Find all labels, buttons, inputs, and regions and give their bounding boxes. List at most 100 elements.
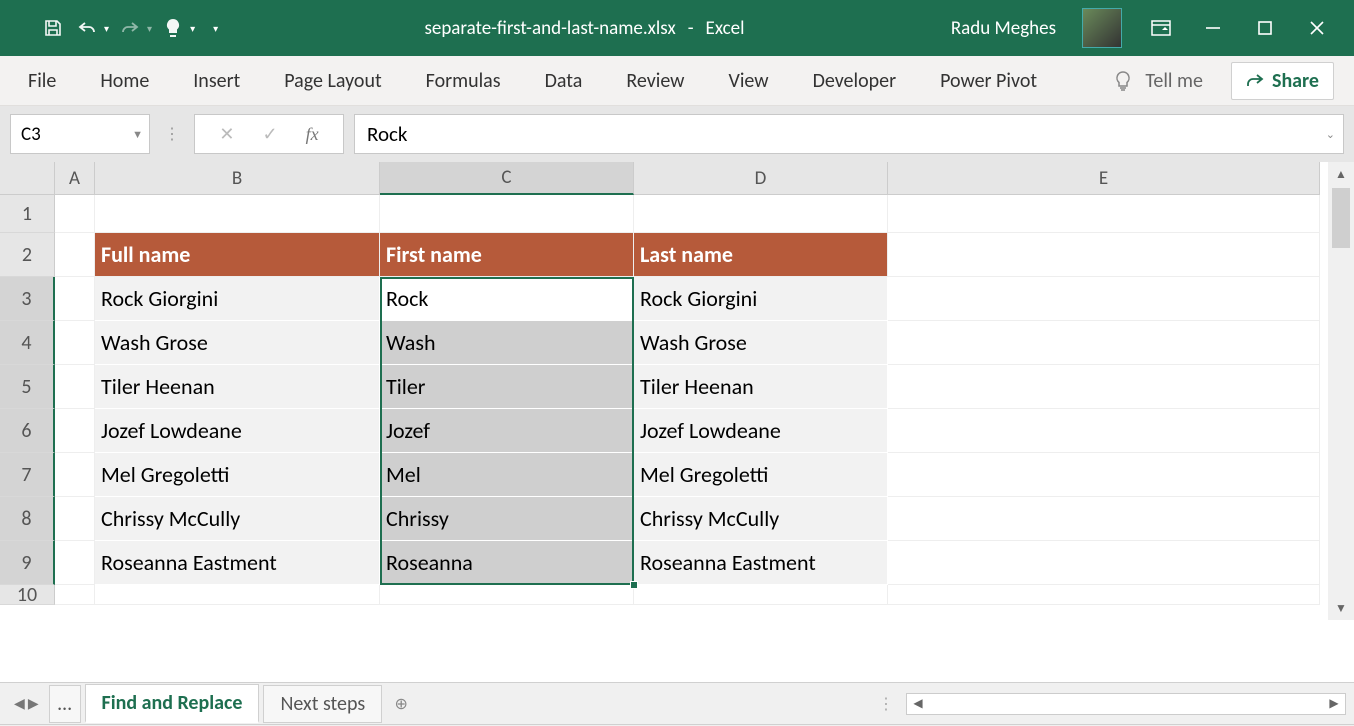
sheet-tab-next-steps[interactable]: Next steps: [263, 685, 382, 723]
col-header-C[interactable]: C: [380, 162, 634, 195]
cell-C6[interactable]: Jozef: [380, 409, 634, 453]
tab-review[interactable]: Review: [618, 63, 692, 99]
cell-D7[interactable]: Mel Gregoletti: [634, 453, 888, 497]
fill-handle[interactable]: [630, 581, 638, 589]
cell-C10[interactable]: [380, 585, 634, 605]
cell-C3[interactable]: Rock: [380, 277, 634, 321]
new-sheet-button[interactable]: ⊕: [386, 689, 416, 719]
sheet-nav[interactable]: ◀ ▶: [8, 695, 45, 712]
cell-B1[interactable]: [95, 195, 380, 233]
cell-B7[interactable]: Mel Gregoletti: [95, 453, 380, 497]
tab-view[interactable]: View: [720, 63, 776, 99]
scroll-right-icon[interactable]: ▶: [1323, 696, 1345, 711]
tell-me[interactable]: Tell me: [1113, 69, 1203, 93]
col-header-E[interactable]: E: [888, 162, 1320, 195]
col-header-D[interactable]: D: [634, 162, 888, 195]
cell-B5[interactable]: Tiler Heenan: [95, 365, 380, 409]
tab-file[interactable]: File: [20, 63, 64, 99]
name-box[interactable]: C3 ▼: [10, 114, 150, 154]
cell-B8[interactable]: Chrissy McCully: [95, 497, 380, 541]
scroll-up-icon[interactable]: ▲: [1328, 162, 1354, 186]
col-header-B[interactable]: B: [95, 162, 380, 195]
tab-power-pivot[interactable]: Power Pivot: [932, 63, 1045, 99]
cell-D6[interactable]: Jozef Lowdeane: [634, 409, 888, 453]
close-icon[interactable]: [1304, 15, 1330, 41]
cell-E5[interactable]: [888, 365, 1320, 409]
cell-A6[interactable]: [55, 409, 95, 453]
cell-C7[interactable]: Mel: [380, 453, 634, 497]
sheet-tabs-grip-icon[interactable]: ⋮: [870, 694, 902, 714]
cell-D3[interactable]: Rock Giorgini: [634, 277, 888, 321]
cell-A3[interactable]: [55, 277, 95, 321]
tab-developer[interactable]: Developer: [805, 63, 905, 99]
ideas-icon[interactable]: [160, 15, 186, 41]
cell-D9[interactable]: Roseanna Eastment: [634, 541, 888, 585]
cell-E3[interactable]: [888, 277, 1320, 321]
ideas-dropdown-icon[interactable]: ▾: [190, 22, 195, 35]
undo-dropdown-icon[interactable]: ▾: [104, 22, 109, 35]
save-icon[interactable]: [40, 15, 66, 41]
cell-E10[interactable]: [888, 585, 1320, 605]
share-button[interactable]: Share: [1231, 62, 1334, 100]
scroll-left-icon[interactable]: ◀: [907, 696, 929, 711]
row-header-7[interactable]: 7: [0, 453, 55, 497]
cell-A10[interactable]: [55, 585, 95, 605]
cell-B2[interactable]: Full name: [95, 233, 380, 277]
row-header-6[interactable]: 6: [0, 409, 55, 453]
cell-E2[interactable]: [888, 233, 1320, 277]
cell-A9[interactable]: [55, 541, 95, 585]
tab-insert[interactable]: Insert: [185, 63, 248, 99]
scroll-down-icon[interactable]: ▼: [1328, 596, 1354, 620]
cell-C4[interactable]: Wash: [380, 321, 634, 365]
cell-D5[interactable]: Tiler Heenan: [634, 365, 888, 409]
formula-bar-grip[interactable]: ⋮: [160, 124, 184, 144]
minimize-icon[interactable]: [1200, 15, 1226, 41]
cell-D8[interactable]: Chrissy McCully: [634, 497, 888, 541]
tab-data[interactable]: Data: [537, 63, 591, 99]
cell-A4[interactable]: [55, 321, 95, 365]
cell-E7[interactable]: [888, 453, 1320, 497]
cell-E9[interactable]: [888, 541, 1320, 585]
fx-icon[interactable]: fx: [306, 124, 319, 145]
avatar[interactable]: [1082, 8, 1122, 48]
cell-C8[interactable]: Chrissy: [380, 497, 634, 541]
sheet-tab-overflow[interactable]: …: [49, 685, 81, 723]
cell-B3[interactable]: Rock Giorgini: [95, 277, 380, 321]
user-name[interactable]: Radu Meghes: [951, 17, 1056, 40]
formula-bar-expand-icon[interactable]: ⌄: [1326, 128, 1335, 141]
redo-dropdown-icon[interactable]: ▾: [147, 22, 152, 35]
cell-A5[interactable]: [55, 365, 95, 409]
cell-E1[interactable]: [888, 195, 1320, 233]
cell-A1[interactable]: [55, 195, 95, 233]
name-box-dropdown-icon[interactable]: ▼: [132, 128, 143, 141]
cell-D10[interactable]: [634, 585, 888, 605]
cell-D2[interactable]: Last name: [634, 233, 888, 277]
row-header-8[interactable]: 8: [0, 497, 55, 541]
row-header-4[interactable]: 4: [0, 321, 55, 365]
ribbon-display-options-icon[interactable]: [1148, 15, 1174, 41]
tab-home[interactable]: Home: [92, 63, 157, 99]
row-header-2[interactable]: 2: [0, 233, 55, 277]
cell-A8[interactable]: [55, 497, 95, 541]
row-header-10[interactable]: 10: [0, 585, 55, 605]
cell-C1[interactable]: [380, 195, 634, 233]
tab-formulas[interactable]: Formulas: [418, 63, 509, 99]
cell-D1[interactable]: [634, 195, 888, 233]
cell-B10[interactable]: [95, 585, 380, 605]
horizontal-scrollbar[interactable]: ◀ ▶: [906, 693, 1346, 715]
cell-D4[interactable]: Wash Grose: [634, 321, 888, 365]
cancel-icon[interactable]: ✕: [219, 123, 234, 145]
enter-icon[interactable]: ✓: [263, 123, 278, 145]
redo-icon[interactable]: [117, 15, 143, 41]
formula-bar[interactable]: Rock ⌄: [354, 114, 1344, 154]
cell-B9[interactable]: Roseanna Eastment: [95, 541, 380, 585]
cell-C9[interactable]: Roseanna: [380, 541, 634, 585]
row-header-3[interactable]: 3: [0, 277, 55, 321]
maximize-icon[interactable]: [1252, 15, 1278, 41]
sheet-tab-find-and-replace[interactable]: Find and Replace: [85, 684, 260, 723]
col-header-A[interactable]: A: [55, 162, 95, 195]
cell-B4[interactable]: Wash Grose: [95, 321, 380, 365]
row-header-1[interactable]: 1: [0, 195, 55, 233]
undo-icon[interactable]: [74, 15, 100, 41]
cell-A7[interactable]: [55, 453, 95, 497]
